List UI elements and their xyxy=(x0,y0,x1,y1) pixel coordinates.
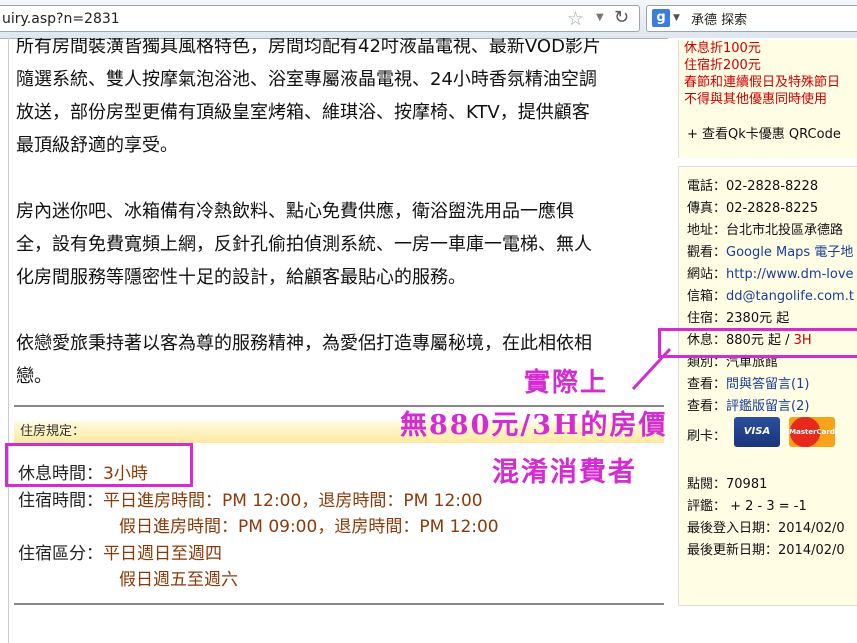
card-logos: VISA MasterCard xyxy=(734,417,854,449)
map-label: 觀看： xyxy=(687,245,727,260)
stay-price: 住宿：2380元 起 xyxy=(687,311,790,326)
address: 地址：台北市北投區承德路 xyxy=(687,223,844,238)
stay-zone-row: 住宿區分：平日週日至週四 xyxy=(18,539,222,564)
card-label: 刷卡： xyxy=(687,429,727,444)
website-row: 網站：http://www.dm-love xyxy=(687,263,854,282)
review-label: 查看： xyxy=(687,399,727,414)
zone-holiday-value: 假日週五至週六 xyxy=(119,570,238,590)
promo-line: 休息折100元 xyxy=(684,41,761,56)
text-line: 房內迷你吧、冰箱備有冷熱飲料、點心免費供應，衛浴盥洗用品一應俱 xyxy=(16,201,574,222)
phone: 電話：02-2828-8228 xyxy=(687,179,819,194)
annotation-line-2: 無880元/3H的房價 xyxy=(400,410,668,441)
browser-toolbar: uiry.asp?n=2831 ☆ ▼ ↻ g ▼ 承德 探索 xyxy=(0,0,857,39)
text-line: 全，設有免費寬頻上網，反針孔偷拍偵測系統、一房一車庫一電梯、無人 xyxy=(16,234,592,255)
text-line: 放送，部份房型更備有頂級皇室烤箱、維琪浴、按摩椅、KTV，提供顧客 xyxy=(16,102,590,123)
last-update-date: 最後更新日期：2014/02/0 xyxy=(687,543,845,558)
rating: 評鑑： + 2 - 3 = -1 xyxy=(687,499,807,514)
text-line: 隨選系統、雙人按摩氣泡浴池、浴室專屬液晶電視、24小時香氛精油空調 xyxy=(16,69,597,90)
annotation-line-3: 混淆消費者 xyxy=(492,457,637,488)
map-row: 觀看：Google Maps 電子地 xyxy=(687,241,853,260)
url-dropdown-icon[interactable]: ▼ xyxy=(596,12,604,23)
description-paragraph-1: 所有房間裝潢皆獨具風格特色，房間均配有42吋液晶電視、最新VOD影片 隨選系統、… xyxy=(16,38,661,162)
click-count: 點閱：70981 xyxy=(687,477,768,492)
section-divider xyxy=(14,603,664,605)
email-row: 信箱：dd@tangolife.com.t xyxy=(687,285,854,304)
promo-line: 不得與其他優惠同時使用 xyxy=(684,92,828,107)
search-engine-dropdown-icon[interactable]: ▼ xyxy=(673,13,680,23)
search-box[interactable]: g ▼ 承德 探索 xyxy=(646,5,857,32)
review-link[interactable]: 評鑑版留言(2) xyxy=(726,399,809,414)
fax: 傳真：02-2828-8225 xyxy=(687,201,819,216)
highlight-box-rest-time xyxy=(5,443,193,487)
annotation-line-1: 實際上 xyxy=(524,368,609,398)
text-line: 依戀愛旅秉持著以客為尊的服務精神，為愛侶打造專屬秘境，在此相依相 xyxy=(16,333,592,354)
text-line: 所有房間裝潢皆獨具風格特色，房間均配有42吋液晶電視、最新VOD影片 xyxy=(16,38,601,57)
search-engine-icon[interactable]: g xyxy=(652,9,670,27)
left-border xyxy=(8,38,9,643)
stay-holiday-value: 假日進房時間：PM 09:00，退房時間：PM 12:00 xyxy=(119,517,499,537)
email-link[interactable]: dd@tangolife.com.t xyxy=(726,289,854,304)
stay-zone-label: 住宿區分： xyxy=(18,544,103,564)
text-line: 最頂級舒適的享受。 xyxy=(16,135,178,156)
review-row: 查看：評鑑版留言(2) xyxy=(687,395,809,414)
stay-time-label: 住宿時間： xyxy=(18,491,103,511)
bookmark-star-icon[interactable]: ☆ xyxy=(567,8,584,30)
description-paragraph-2: 房內迷你吧、冰箱備有冷熱飲料、點心免費供應，衛浴盥洗用品一應俱 全，設有免費寬頻… xyxy=(16,195,661,294)
stay-time-row: 住宿時間：平日進房時間：PM 12:00，退房時間：PM 12:00 xyxy=(18,486,483,511)
search-input[interactable]: 承德 探索 xyxy=(691,9,747,28)
zone-weekday-value: 平日週日至週四 xyxy=(103,544,222,564)
refresh-icon[interactable]: ↻ xyxy=(614,7,629,28)
last-login-date: 最後登入日期：2014/02/0 xyxy=(687,521,845,536)
mastercard-icon: MasterCard xyxy=(789,417,835,447)
promo-line: 春節和連續假日及特殊節日 xyxy=(684,75,841,90)
annotation-pointer xyxy=(631,347,672,391)
website-link[interactable]: http://www.dm-love xyxy=(726,267,854,282)
website-label: 網站： xyxy=(687,267,727,282)
qa-label: 查看： xyxy=(687,377,727,392)
address-bar[interactable]: uiry.asp?n=2831 xyxy=(0,5,640,32)
hotel-info-box: 電話：02-2828-8228 傳真：02-2828-8225 地址：台北市北投… xyxy=(678,166,857,606)
qk-card-link[interactable]: + 查看Qk卡優惠 QRCode xyxy=(687,123,841,142)
qa-row: 查看：問與答留言(1) xyxy=(687,373,809,392)
main-content: 所有房間裝潢皆獨具風格特色，房間均配有42吋液晶電視、最新VOD影片 隨選系統、… xyxy=(0,38,668,643)
stay-weekday-value: 平日進房時間：PM 12:00，退房時間：PM 12:00 xyxy=(103,491,483,511)
google-maps-link[interactable]: Google Maps 電子地 xyxy=(726,245,853,260)
card-row: 刷卡： xyxy=(687,425,726,444)
highlight-box-rest-price xyxy=(658,328,857,358)
qa-link[interactable]: 問與答留言(1) xyxy=(726,377,809,392)
visa-card-icon: VISA xyxy=(734,417,780,447)
promo-line: 住宿折200元 xyxy=(684,58,761,73)
email-label: 信箱： xyxy=(687,289,727,304)
text-line: 化房間服務等隱密性十足的設計，給顧客最貼心的服務。 xyxy=(16,267,466,288)
